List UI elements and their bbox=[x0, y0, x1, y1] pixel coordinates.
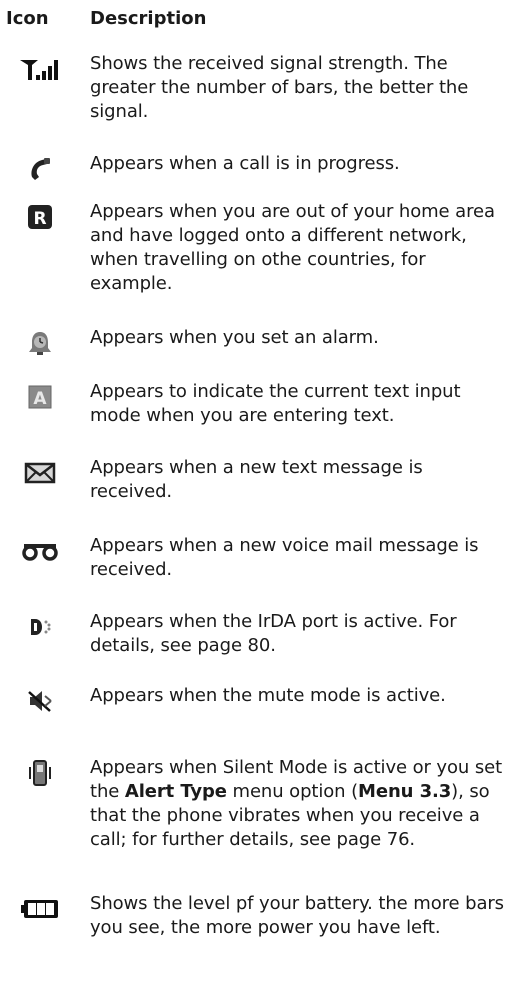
alarm-icon bbox=[0, 326, 80, 360]
text-input-mode-icon: A bbox=[0, 380, 80, 414]
row-description: Appears when you are out of your home ar… bbox=[90, 201, 495, 294]
row-description: Appears when a new voice mail message is… bbox=[90, 535, 479, 580]
vibrate-icon bbox=[0, 756, 80, 790]
icon-column-header: Icon bbox=[6, 8, 49, 29]
svg-text:R: R bbox=[33, 209, 46, 229]
row-description: Appears when Silent Mode is active or yo… bbox=[90, 757, 503, 850]
svg-text:A: A bbox=[33, 389, 47, 409]
row-description: Appears when the mute mode is active. bbox=[90, 685, 446, 706]
alert-type-menu-label: Alert Type bbox=[124, 781, 227, 802]
mute-icon bbox=[0, 684, 80, 718]
roaming-icon: R bbox=[0, 200, 80, 234]
row-description: Shows the received signal strength. The … bbox=[90, 53, 469, 122]
row-description: Shows the level pf your battery. the mor… bbox=[90, 893, 504, 938]
irda-icon bbox=[0, 610, 80, 644]
row-description: Appears when a new text message is recei… bbox=[90, 457, 423, 502]
battery-icon bbox=[0, 892, 80, 926]
envelope-icon bbox=[0, 456, 80, 490]
description-column-header: Description bbox=[90, 8, 207, 29]
row-description: Appears when the IrDA port is active. Fo… bbox=[90, 611, 457, 656]
menu-number-label: Menu 3.3 bbox=[358, 781, 452, 802]
signal-strength-icon bbox=[0, 52, 80, 86]
row-description: Appears when you set an alarm. bbox=[90, 327, 379, 348]
voicemail-icon bbox=[0, 534, 80, 568]
table-header: Icon Description bbox=[0, 4, 515, 34]
row-description: Appears to indicate the current text inp… bbox=[90, 381, 461, 426]
row-description: Appears when a call is in progress. bbox=[90, 153, 400, 174]
call-in-progress-icon bbox=[0, 152, 80, 186]
